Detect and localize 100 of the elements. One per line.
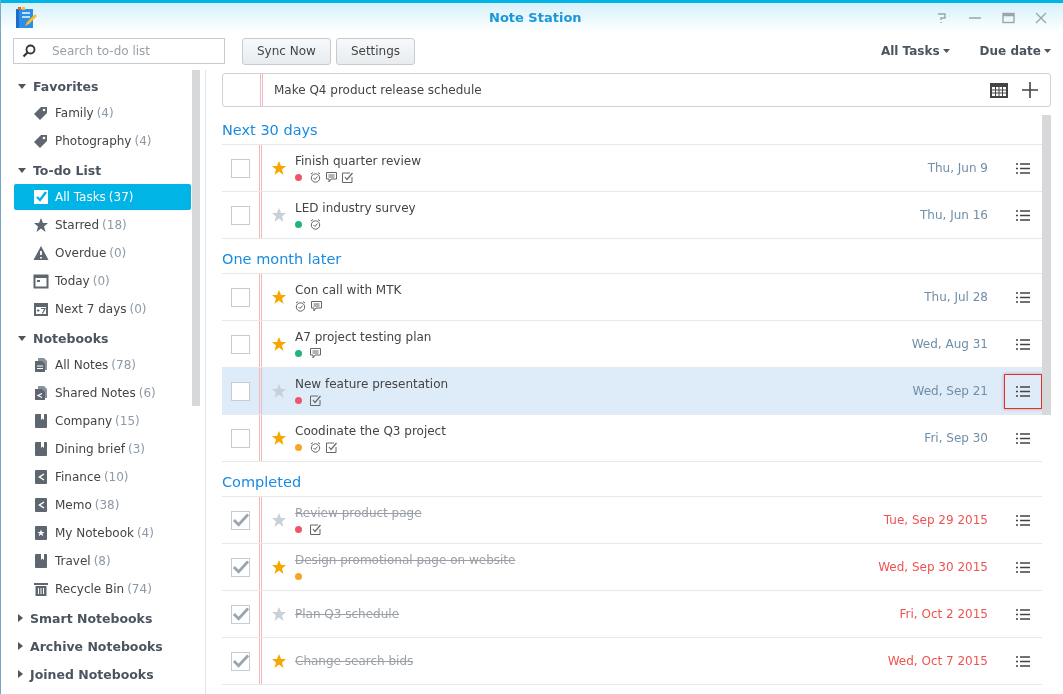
item-count: (18) [102, 218, 127, 232]
star-icon[interactable] [271, 336, 287, 352]
caret-icon [1044, 49, 1051, 53]
star-icon[interactable] [271, 383, 287, 399]
item-label: Shared Notes [55, 386, 136, 400]
item-label: My Notebook [55, 526, 134, 540]
close-icon[interactable] [1035, 11, 1047, 24]
notebook-icon [33, 441, 49, 457]
star-icon[interactable] [271, 606, 287, 622]
shared-notebook-icon [33, 469, 49, 485]
menu-icon[interactable] [1016, 162, 1030, 174]
task-checkbox[interactable] [231, 205, 250, 225]
task-title: Change search bids [295, 654, 414, 668]
menu-icon[interactable] [1016, 514, 1030, 526]
sidebar-section-header[interactable]: Favorites [14, 72, 191, 100]
menu-icon[interactable] [1016, 385, 1030, 397]
star-icon[interactable] [271, 160, 287, 176]
due-date: Thu, Jul 28 [924, 290, 988, 304]
sidebar-item[interactable]: Company (15) [14, 408, 191, 434]
menu-icon[interactable] [1016, 432, 1030, 444]
sidebar-section-header[interactable]: Archive Notebooks [14, 632, 191, 660]
due-date: Fri, Oct 2 2015 [899, 607, 988, 621]
section-title: Smart Notebooks [30, 610, 153, 626]
task-checkbox[interactable] [231, 287, 250, 307]
star-icon[interactable] [271, 289, 287, 305]
task-checkbox[interactable] [231, 381, 250, 401]
sidebar-item[interactable]: Family (4) [14, 100, 191, 126]
sidebar-item[interactable]: Starred (18) [14, 212, 191, 238]
due-date: Wed, Sep 30 2015 [878, 560, 988, 574]
new-task-bar[interactable]: Make Q4 product release schedule [222, 73, 1051, 107]
comment-icon [326, 171, 337, 183]
sort-dropdown[interactable]: Due date [979, 44, 1051, 58]
star-icon[interactable] [271, 512, 287, 528]
item-label: Today [55, 274, 90, 288]
new-task-field[interactable]: Make Q4 product release schedule [274, 82, 976, 98]
task-checkbox[interactable] [231, 158, 250, 178]
task-title: Finish quarter review [295, 153, 421, 168]
sidebar-item[interactable]: Today (0) [14, 268, 191, 294]
calendar-icon[interactable] [990, 82, 1008, 98]
sidebar-section-header[interactable]: Joined Notebooks [14, 660, 191, 688]
item-label: All Tasks [55, 190, 106, 204]
task-row[interactable]: Coodinate the Q3 project Fri, Sep 30 [222, 415, 1042, 462]
scrollbar[interactable] [192, 70, 200, 406]
task-checkbox[interactable] [231, 428, 250, 448]
item-count: (0) [92, 274, 110, 288]
task-row[interactable]: Con call with MTK Thu, Jul 28 [222, 274, 1042, 321]
task-row[interactable]: Design promotional page on website Wed, Sep 30 2015 [222, 544, 1042, 591]
menu-icon[interactable] [1016, 291, 1030, 303]
sync-button[interactable]: Sync Now [242, 37, 331, 65]
item-count: (4) [134, 134, 152, 148]
sidebar-item[interactable]: Finance (10) [14, 464, 191, 490]
menu-icon[interactable] [1016, 209, 1030, 221]
notebook-pencil-icon [15, 6, 37, 29]
star-icon[interactable] [271, 430, 287, 446]
menu-icon[interactable] [1016, 608, 1030, 620]
item-count: (0) [109, 246, 127, 260]
task-row[interactable]: New feature presentation Wed, Sep 21 [222, 368, 1042, 415]
sidebar-item[interactable]: Dining brief (3) [14, 436, 191, 462]
menu-icon[interactable] [1016, 338, 1030, 350]
task-checkbox[interactable] [231, 651, 250, 671]
help-icon[interactable] [936, 11, 948, 24]
task-checkbox[interactable] [231, 557, 250, 577]
settings-button[interactable]: Settings [335, 37, 416, 65]
task-checkbox[interactable] [231, 604, 250, 624]
task-row[interactable]: Review product page Tue, Sep 29 2015 [222, 497, 1042, 544]
star-icon[interactable] [271, 559, 287, 575]
star-icon[interactable] [271, 653, 287, 669]
sidebar-item[interactable]: My Notebook (4) [14, 520, 191, 546]
sidebar-item[interactable]: Shared Notes (6) [14, 380, 191, 406]
due-date: Wed, Aug 31 [911, 337, 988, 351]
task-checkbox[interactable] [231, 334, 250, 354]
sidebar-section-header[interactable]: Notebooks [14, 324, 191, 352]
sidebar-section-header[interactable]: To-do List [14, 156, 191, 184]
sidebar-item[interactable]: Travel (8) [14, 548, 191, 574]
task-row[interactable]: Plan Q3 schedule Fri, Oct 2 2015 [222, 591, 1042, 638]
task-row[interactable]: LED industry survey Thu, Jun 16 [222, 192, 1042, 239]
add-icon[interactable] [1022, 82, 1038, 98]
sidebar-section-header[interactable]: Smart Notebooks [14, 604, 191, 632]
search-field[interactable]: Search to-do list [13, 38, 225, 64]
sidebar-item[interactable]: Photography (4) [14, 128, 191, 154]
item-count: (3) [128, 442, 146, 456]
star-icon[interactable] [271, 207, 287, 223]
section-title: To-do List [33, 162, 102, 178]
shared-notebook-icon [33, 497, 49, 513]
task-row[interactable]: Change search bids Wed, Oct 7 2015 [222, 638, 1042, 685]
sidebar-item[interactable]: Next 7 days (0) [14, 296, 191, 322]
scrollbar[interactable] [1042, 115, 1051, 415]
sidebar-item[interactable]: Recycle Bin (74) [14, 576, 191, 602]
menu-icon[interactable] [1016, 561, 1030, 573]
sidebar-item[interactable]: Overdue (0) [14, 240, 191, 266]
task-checkbox[interactable] [231, 510, 250, 530]
item-count: (74) [127, 582, 152, 596]
filter-dropdown[interactable]: All Tasks [880, 44, 950, 58]
menu-icon[interactable] [1016, 655, 1030, 667]
sidebar-item[interactable]: Memo (38) [14, 492, 191, 518]
checklist-icon [310, 394, 321, 406]
task-row[interactable]: Finish quarter review Thu, Jun 9 [222, 145, 1042, 192]
maximize-icon[interactable] [1002, 11, 1015, 24]
due-date: Tue, Sep 29 2015 [883, 513, 988, 527]
sidebar-item[interactable]: All Notes (78) [14, 352, 191, 378]
